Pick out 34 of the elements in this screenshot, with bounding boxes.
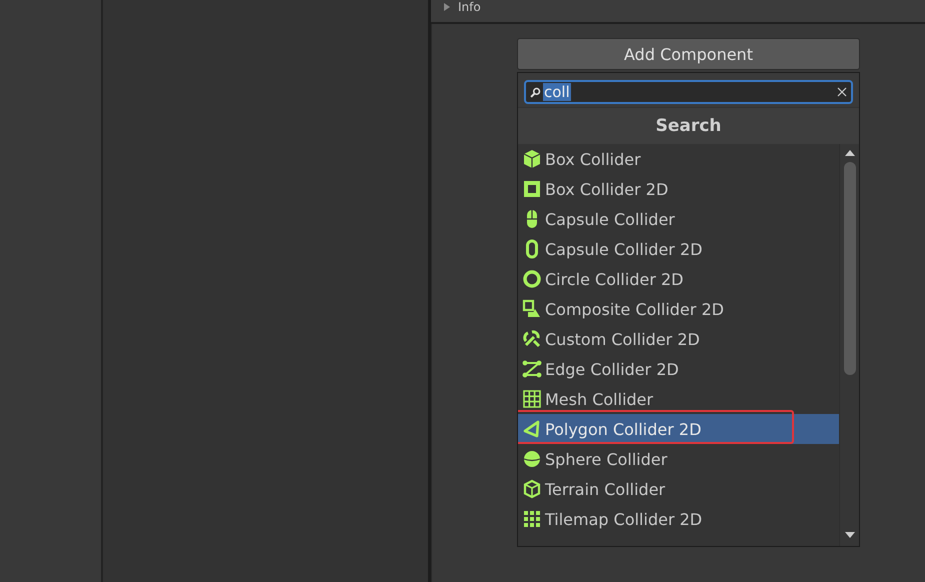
component-item[interactable]: Sphere Collider: [518, 444, 839, 474]
search-field[interactable]: coll: [524, 80, 853, 104]
search-icon: [530, 86, 541, 98]
component-item[interactable]: Tilemap Collider 2D: [518, 504, 839, 534]
square-icon: [522, 179, 542, 199]
composite-icon: [522, 299, 542, 319]
popup-header: Search: [518, 107, 859, 144]
component-item[interactable]: Mesh Collider: [518, 384, 839, 414]
tiles-icon: [522, 509, 542, 529]
triangle-icon: [522, 419, 542, 439]
search-value: coll: [543, 83, 571, 101]
scrollbar-thumb[interactable]: [844, 162, 856, 375]
clear-icon[interactable]: [837, 87, 847, 97]
component-item[interactable]: Capsule Collider: [518, 204, 839, 234]
expand-arrow-icon: [443, 3, 451, 11]
component-item[interactable]: Box Collider 2D: [518, 174, 839, 204]
info-foldout[interactable]: Info: [443, 0, 481, 14]
sphere-icon: [522, 449, 542, 469]
wrench-icon: [522, 329, 542, 349]
component-item[interactable]: Capsule Collider 2D: [518, 234, 839, 264]
cube-icon: [522, 149, 542, 169]
component-item[interactable]: Custom Collider 2D: [518, 324, 839, 354]
component-item[interactable]: Box Collider: [518, 144, 839, 174]
scroll-down-icon[interactable]: [844, 532, 854, 538]
add-component-button[interactable]: Add Component: [517, 38, 860, 70]
grid-icon: [522, 389, 542, 409]
component-item[interactable]: Circle Collider 2D: [518, 264, 839, 294]
edge-icon: [522, 359, 542, 379]
component-item[interactable]: Edge Collider 2D: [518, 354, 839, 384]
scrollbar[interactable]: [839, 144, 859, 546]
scroll-up-icon[interactable]: [844, 150, 854, 156]
component-item[interactable]: Terrain Collider: [518, 474, 839, 504]
component-item[interactable]: Composite Collider 2D: [518, 294, 839, 324]
circle-icon: [522, 269, 542, 289]
